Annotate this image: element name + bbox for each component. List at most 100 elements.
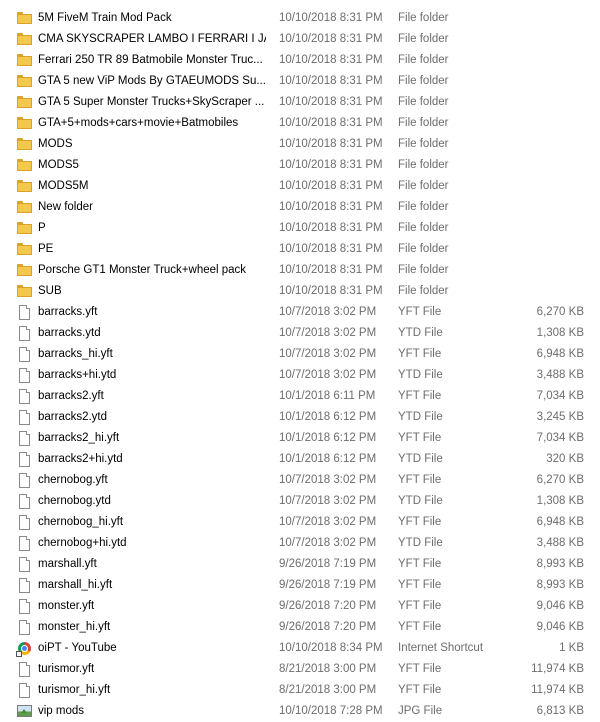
folder-icon bbox=[17, 242, 33, 257]
file-date-modified: 8/21/2018 3:00 PM bbox=[279, 684, 377, 696]
file-name: barracks_hi.yft bbox=[38, 348, 113, 360]
file-size: 11,974 KB bbox=[531, 684, 584, 696]
file-row[interactable]: turismor.yft 8/21/2018 3:00 PM YFT File … bbox=[0, 659, 600, 680]
file-row[interactable]: MODS 10/10/2018 8:31 PM File folder bbox=[0, 134, 600, 155]
file-name: barracks2.yft bbox=[38, 390, 104, 402]
file-size: 320 KB bbox=[546, 453, 584, 465]
file-row[interactable]: barracks2_hi.yft 10/1/2018 6:12 PM YFT F… bbox=[0, 428, 600, 449]
file-row[interactable]: barracks2+hi.ytd 10/1/2018 6:12 PM YTD F… bbox=[0, 449, 600, 470]
file-icon bbox=[17, 599, 33, 614]
file-name: vip mods bbox=[38, 705, 85, 717]
file-row[interactable]: GTA+5+mods+cars+movie+Batmobiles 10/10/2… bbox=[0, 113, 600, 134]
file-date-modified: 10/7/2018 3:02 PM bbox=[279, 537, 377, 549]
file-type: File folder bbox=[398, 264, 449, 276]
file-name: marshall_hi.yft bbox=[38, 579, 113, 591]
file-date-modified: 10/1/2018 6:12 PM bbox=[279, 432, 377, 444]
file-name: GTA 5 Super Monster Trucks+SkyScraper ..… bbox=[38, 96, 265, 108]
file-type: File folder bbox=[398, 75, 449, 87]
file-type: File folder bbox=[398, 180, 449, 192]
file-row[interactable]: SUB 10/10/2018 8:31 PM File folder bbox=[0, 281, 600, 302]
file-row[interactable]: MODS5M 10/10/2018 8:31 PM File folder bbox=[0, 176, 600, 197]
file-type: File folder bbox=[398, 117, 449, 129]
file-row[interactable]: barracks+hi.ytd 10/7/2018 3:02 PM YTD Fi… bbox=[0, 365, 600, 386]
file-row[interactable]: barracks.yft 10/7/2018 3:02 PM YFT File … bbox=[0, 302, 600, 323]
file-name: barracks2_hi.yft bbox=[38, 432, 120, 444]
file-row[interactable]: Ferrari 250 TR 89 Batmobile Monster Truc… bbox=[0, 50, 600, 71]
file-type: File folder bbox=[398, 285, 449, 297]
file-name: barracks.yft bbox=[38, 306, 98, 318]
file-date-modified: 10/7/2018 3:02 PM bbox=[279, 495, 377, 507]
file-date-modified: 10/1/2018 6:12 PM bbox=[279, 453, 377, 465]
file-name: MODS bbox=[38, 138, 73, 150]
file-size: 9,046 KB bbox=[536, 600, 584, 612]
file-type: YFT File bbox=[398, 348, 442, 360]
file-size: 6,270 KB bbox=[536, 474, 584, 486]
file-row[interactable]: barracks2.yft 10/1/2018 6:11 PM YFT File… bbox=[0, 386, 600, 407]
file-icon bbox=[17, 305, 33, 320]
file-size: 1 KB bbox=[559, 642, 584, 654]
file-name: chernobog+hi.ytd bbox=[38, 537, 127, 549]
file-row[interactable]: 5M FiveM Train Mod Pack 10/10/2018 8:31 … bbox=[0, 8, 600, 29]
chrome-shortcut-icon bbox=[16, 641, 33, 657]
file-row[interactable]: monster_hi.yft 9/26/2018 7:20 PM YFT Fil… bbox=[0, 617, 600, 638]
file-size: 9,046 KB bbox=[536, 621, 584, 633]
file-row[interactable]: monster.yft 9/26/2018 7:20 PM YFT File 9… bbox=[0, 596, 600, 617]
file-type: File folder bbox=[398, 159, 449, 171]
file-type: File folder bbox=[398, 243, 449, 255]
file-type: YTD File bbox=[398, 411, 443, 423]
file-icon bbox=[17, 347, 33, 362]
file-name: turismor.yft bbox=[38, 663, 95, 675]
file-row[interactable]: vip mods 10/10/2018 7:28 PM JPG File 6,8… bbox=[0, 701, 600, 722]
file-icon bbox=[17, 494, 33, 509]
file-icon bbox=[17, 368, 33, 383]
file-row[interactable]: oiPT - YouTube 10/10/2018 8:34 PM Intern… bbox=[0, 638, 600, 659]
file-row[interactable]: barracks_hi.yft 10/7/2018 3:02 PM YFT Fi… bbox=[0, 344, 600, 365]
file-row[interactable]: GTA 5 Super Monster Trucks+SkyScraper ..… bbox=[0, 92, 600, 113]
file-row[interactable]: PE 10/10/2018 8:31 PM File folder bbox=[0, 239, 600, 260]
file-type: YFT File bbox=[398, 516, 442, 528]
file-size: 1,308 KB bbox=[536, 495, 584, 507]
folder-icon bbox=[17, 200, 33, 215]
file-name: GTA+5+mods+cars+movie+Batmobiles bbox=[38, 117, 239, 129]
file-row[interactable]: P 10/10/2018 8:31 PM File folder bbox=[0, 218, 600, 239]
file-row[interactable]: chernobog+hi.ytd 10/7/2018 3:02 PM YTD F… bbox=[0, 533, 600, 554]
file-type: JPG File bbox=[398, 705, 443, 717]
file-date-modified: 10/10/2018 8:31 PM bbox=[279, 264, 383, 276]
file-type: YFT File bbox=[398, 663, 442, 675]
folder-icon bbox=[17, 284, 33, 299]
file-row[interactable]: CMA SKYSCRAPER LAMBO I FERRARI I JA... 1… bbox=[0, 29, 600, 50]
file-date-modified: 9/26/2018 7:19 PM bbox=[279, 579, 377, 591]
file-row[interactable]: marshall.yft 9/26/2018 7:19 PM YFT File … bbox=[0, 554, 600, 575]
file-row[interactable]: marshall_hi.yft 9/26/2018 7:19 PM YFT Fi… bbox=[0, 575, 600, 596]
file-row[interactable]: GTA 5 new ViP Mods By GTAEUMODS Su... 10… bbox=[0, 71, 600, 92]
file-date-modified: 10/10/2018 8:31 PM bbox=[279, 180, 383, 192]
folder-icon bbox=[17, 74, 33, 89]
file-row[interactable]: MODS5 10/10/2018 8:31 PM File folder bbox=[0, 155, 600, 176]
file-type: YTD File bbox=[398, 495, 443, 507]
file-type: File folder bbox=[398, 12, 449, 24]
file-row[interactable]: chernobog.yft 10/7/2018 3:02 PM YFT File… bbox=[0, 470, 600, 491]
file-icon bbox=[17, 683, 33, 698]
file-date-modified: 10/7/2018 3:02 PM bbox=[279, 516, 377, 528]
file-row[interactable]: New folder 10/10/2018 8:31 PM File folde… bbox=[0, 197, 600, 218]
file-name: Ferrari 250 TR 89 Batmobile Monster Truc… bbox=[38, 54, 263, 66]
file-size: 1,308 KB bbox=[536, 327, 584, 339]
file-row[interactable]: chernobog.ytd 10/7/2018 3:02 PM YTD File… bbox=[0, 491, 600, 512]
file-type: YTD File bbox=[398, 453, 443, 465]
file-row[interactable]: chernobog_hi.yft 10/7/2018 3:02 PM YFT F… bbox=[0, 512, 600, 533]
file-date-modified: 8/21/2018 3:00 PM bbox=[279, 663, 377, 675]
file-icon bbox=[17, 662, 33, 677]
file-date-modified: 10/10/2018 8:31 PM bbox=[279, 96, 383, 108]
file-size: 6,948 KB bbox=[536, 348, 584, 360]
file-row[interactable]: Porsche GT1 Monster Truck+wheel pack 10/… bbox=[0, 260, 600, 281]
file-type: YFT File bbox=[398, 474, 442, 486]
file-row[interactable]: barracks2.ytd 10/1/2018 6:12 PM YTD File… bbox=[0, 407, 600, 428]
file-row[interactable]: turismor_hi.yft 8/21/2018 3:00 PM YFT Fi… bbox=[0, 680, 600, 701]
file-type: File folder bbox=[398, 33, 449, 45]
file-size: 8,993 KB bbox=[536, 558, 584, 570]
file-date-modified: 10/10/2018 8:31 PM bbox=[279, 75, 383, 87]
file-row[interactable]: barracks.ytd 10/7/2018 3:02 PM YTD File … bbox=[0, 323, 600, 344]
file-date-modified: 10/1/2018 6:12 PM bbox=[279, 411, 377, 423]
file-date-modified: 10/10/2018 8:34 PM bbox=[279, 642, 383, 654]
file-type: YTD File bbox=[398, 537, 443, 549]
